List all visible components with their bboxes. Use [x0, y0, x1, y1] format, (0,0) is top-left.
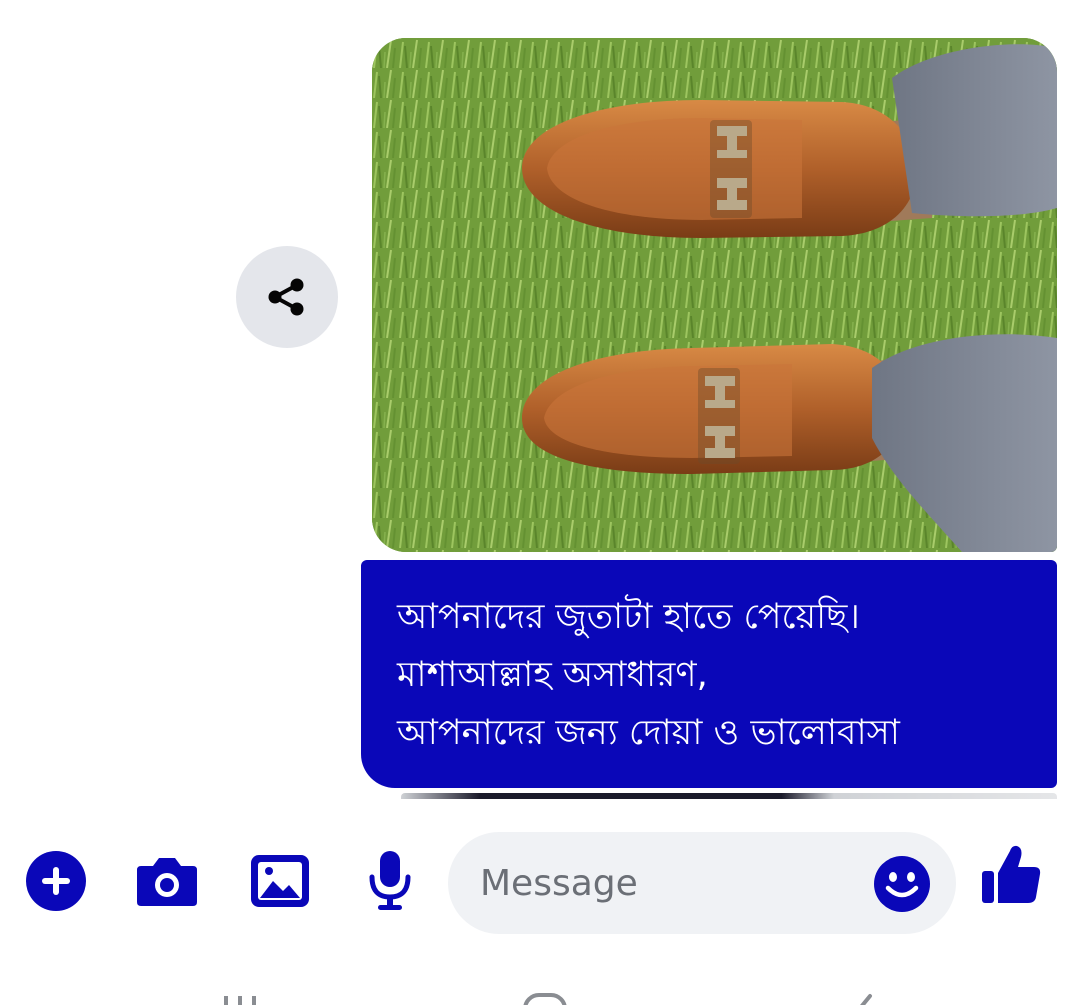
home-icon: [523, 993, 567, 1005]
add-button[interactable]: [21, 846, 91, 916]
message-line: মাশাআল্লাহ অসাধারণ,: [397, 655, 708, 695]
back-button[interactable]: [830, 990, 890, 1005]
message-field: [448, 832, 956, 934]
system-navigation-bar: [0, 980, 1080, 1005]
microphone-icon: [369, 851, 411, 910]
sent-message-bubble[interactable]: আপনাদের জুতাটা হাতে পেয়েছি। মাশাআল্লাহ …: [361, 560, 1057, 788]
smiley-icon: [874, 856, 930, 912]
emoji-button[interactable]: [872, 854, 932, 914]
message-line: আপনাদের জুতাটা হাতে পেয়েছি।: [397, 597, 860, 637]
next-message-preview: [401, 793, 1057, 799]
gallery-icon: [251, 855, 309, 907]
gallery-button[interactable]: [245, 846, 315, 916]
share-button[interactable]: [236, 246, 338, 348]
camera-icon: [137, 858, 197, 906]
camera-button[interactable]: [132, 846, 202, 916]
chat-screen: আপনাদের জুতাটা হাতে পেয়েছি। মাশাআল্লাহ …: [0, 0, 1080, 1005]
shoes-photo: [372, 38, 1057, 552]
share-icon: [268, 278, 304, 316]
home-button[interactable]: [515, 990, 575, 1005]
photo-message[interactable]: [372, 38, 1057, 552]
recents-button[interactable]: [220, 990, 280, 1005]
thumbs-up-icon: [982, 845, 1041, 903]
voice-button[interactable]: [355, 846, 425, 916]
back-icon: [860, 994, 872, 1005]
plus-icon: [26, 851, 86, 911]
message-line: আপনাদের জন্য দোয়া ও ভালোবাসা: [397, 713, 900, 753]
like-button[interactable]: [977, 838, 1047, 912]
recents-icon: [224, 996, 256, 1005]
message-composer: [0, 822, 1080, 946]
message-input[interactable]: [480, 832, 860, 934]
